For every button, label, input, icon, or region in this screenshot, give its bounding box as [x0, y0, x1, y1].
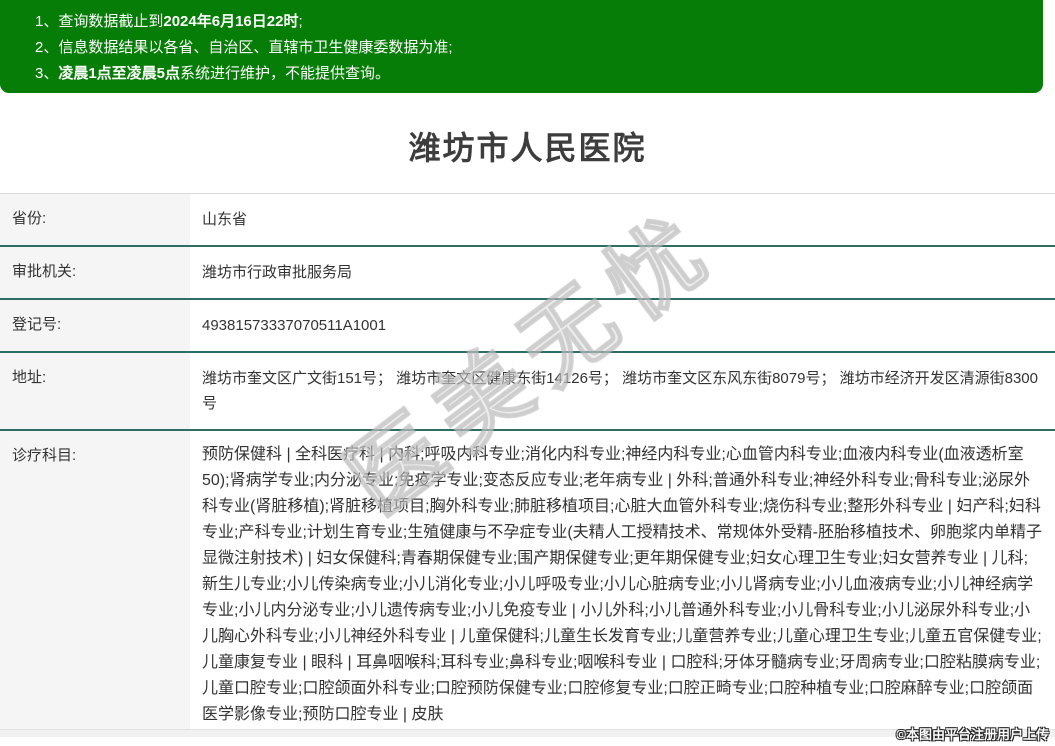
notice-line-1-suffix: ; — [298, 13, 302, 30]
registration-number-value: 49381573337070511A1001 — [190, 300, 1055, 351]
address-label: 地址: — [0, 353, 190, 429]
notice-line-3-bold: 凌晨1点至凌晨5点 — [58, 65, 180, 82]
table-row-address: 地址: 潍坊市奎文区广文街151号； 潍坊市奎文区健康东街14126号； 潍坊市… — [0, 351, 1055, 429]
approval-authority-value: 潍坊市行政审批服务局 — [190, 247, 1055, 298]
notice-line-3-suffix: 系统进行维护，不能提供查询。 — [180, 65, 390, 82]
table-row-province: 省份: 山东省 — [0, 194, 1055, 245]
province-label: 省份: — [0, 194, 190, 245]
notice-line-1-text: 查询数据截止到 — [58, 13, 163, 30]
page-title: 潍坊市人民医院 — [0, 123, 1055, 169]
approval-authority-label: 审批机关: — [0, 247, 190, 298]
notice-line-1-bold: 2024年6月16日22时 — [163, 13, 298, 30]
diagnosis-subjects-value: 预防保健科 | 全科医疗科 | 内科;呼吸内科专业;消化内科专业;神经内科专业;… — [190, 431, 1055, 729]
registration-number-label: 登记号: — [0, 300, 190, 351]
hospital-info-table: 省份: 山东省 审批机关: 潍坊市行政审批服务局 登记号: 4938157333… — [0, 193, 1055, 729]
notice-line-2: 2、信息数据结果以各省、自治区、直辖市卫生健康委数据为准; — [35, 35, 1023, 61]
notice-line-2-number: 2、 — [35, 39, 58, 56]
notice-banner: 1、查询数据截止到2024年6月16日22时; 2、信息数据结果以各省、自治区、… — [0, 0, 1043, 93]
table-row-diagnosis-subjects: 诊疗科目: 预防保健科 | 全科医疗科 | 内科;呼吸内科专业;消化内科专业;神… — [0, 429, 1055, 729]
notice-line-2-text: 信息数据结果以各省、自治区、直辖市卫生健康委数据为准; — [58, 39, 452, 56]
table-row-registration-number: 登记号: 49381573337070511A1001 — [0, 298, 1055, 351]
diagnosis-subjects-label: 诊疗科目: — [0, 431, 190, 729]
notice-line-1: 1、查询数据截止到2024年6月16日22时; — [35, 9, 1023, 35]
notice-line-3-number: 3、 — [35, 65, 58, 82]
province-value: 山东省 — [190, 194, 1055, 245]
notice-line-3: 3、凌晨1点至凌晨5点系统进行维护，不能提供查询。 — [35, 61, 1023, 87]
address-value: 潍坊市奎文区广文街151号； 潍坊市奎文区健康东街14126号； 潍坊市奎文区东… — [190, 353, 1055, 429]
notice-line-1-number: 1、 — [35, 13, 58, 30]
table-bottom-divider — [0, 729, 1055, 737]
table-row-approval-authority: 审批机关: 潍坊市行政审批服务局 — [0, 245, 1055, 298]
